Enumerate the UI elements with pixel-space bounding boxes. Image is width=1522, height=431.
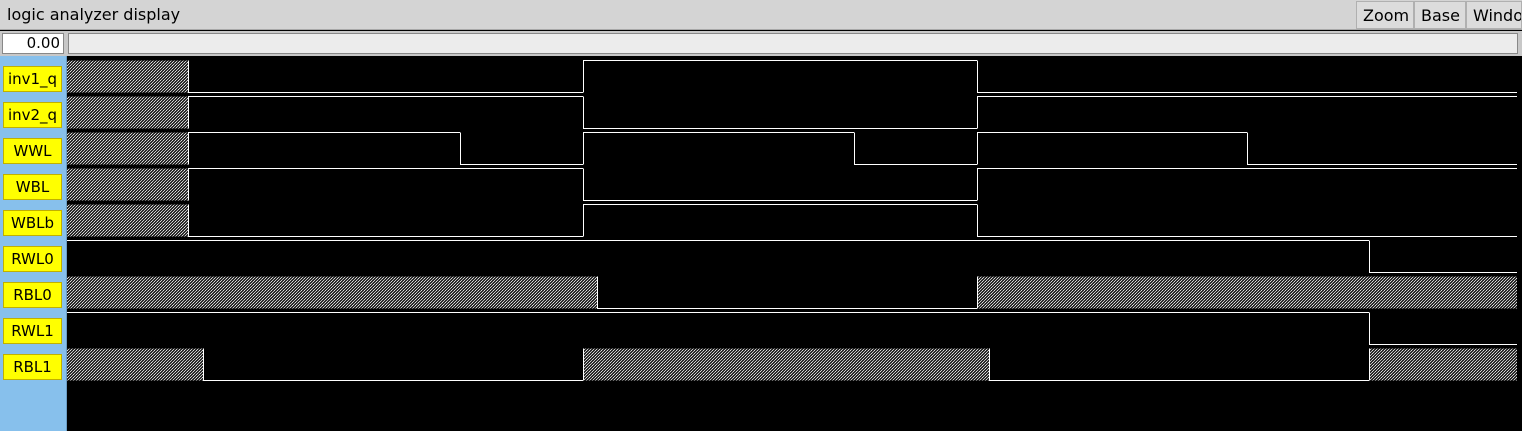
undefined-state-segment bbox=[67, 348, 203, 381]
zoom-menu-button[interactable]: Zoom bbox=[1356, 1, 1414, 29]
signal-label-wwl[interactable]: WWL bbox=[3, 138, 62, 164]
signal-label-inv1_q[interactable]: inv1_q bbox=[3, 66, 62, 92]
undefined-state-segment bbox=[583, 348, 989, 381]
time-cursor-readout: 0.00 bbox=[2, 33, 64, 54]
undefined-state-segment bbox=[977, 276, 1517, 309]
undefined-state-segment bbox=[67, 60, 188, 93]
time-scrollbar[interactable] bbox=[68, 33, 1518, 54]
undefined-state-segment bbox=[67, 204, 188, 237]
signal-label-wbl[interactable]: WBL bbox=[3, 174, 62, 200]
undefined-state-segment bbox=[67, 96, 188, 129]
signal-name-sidebar: inv1_q inv2_q WWL WBL WBLb RWL0 RBL0 RWL1 RBL1 bbox=[0, 56, 67, 431]
undefined-state-segment bbox=[1369, 348, 1517, 381]
waveform-display[interactable] bbox=[67, 56, 1522, 431]
undefined-state-segment bbox=[67, 168, 188, 201]
base-menu-button[interactable]: Base bbox=[1414, 1, 1466, 29]
window-title: logic analyzer display bbox=[7, 5, 181, 24]
signal-label-inv2_q[interactable]: inv2_q bbox=[3, 102, 62, 128]
window-menu-button[interactable]: Windo bbox=[1466, 1, 1522, 29]
signal-label-rwl0[interactable]: RWL0 bbox=[3, 246, 62, 272]
signal-label-rwl1[interactable]: RWL1 bbox=[3, 318, 62, 344]
time-bar: 0.00 bbox=[0, 31, 1522, 56]
signal-label-rbl0[interactable]: RBL0 bbox=[3, 282, 62, 308]
undefined-state-segment bbox=[67, 132, 188, 165]
signal-label-rbl1[interactable]: RBL1 bbox=[3, 354, 62, 380]
undefined-state-segment bbox=[67, 276, 597, 309]
title-bar: logic analyzer display Zoom Base Windo bbox=[0, 0, 1522, 30]
signal-label-wblb[interactable]: WBLb bbox=[3, 210, 62, 236]
